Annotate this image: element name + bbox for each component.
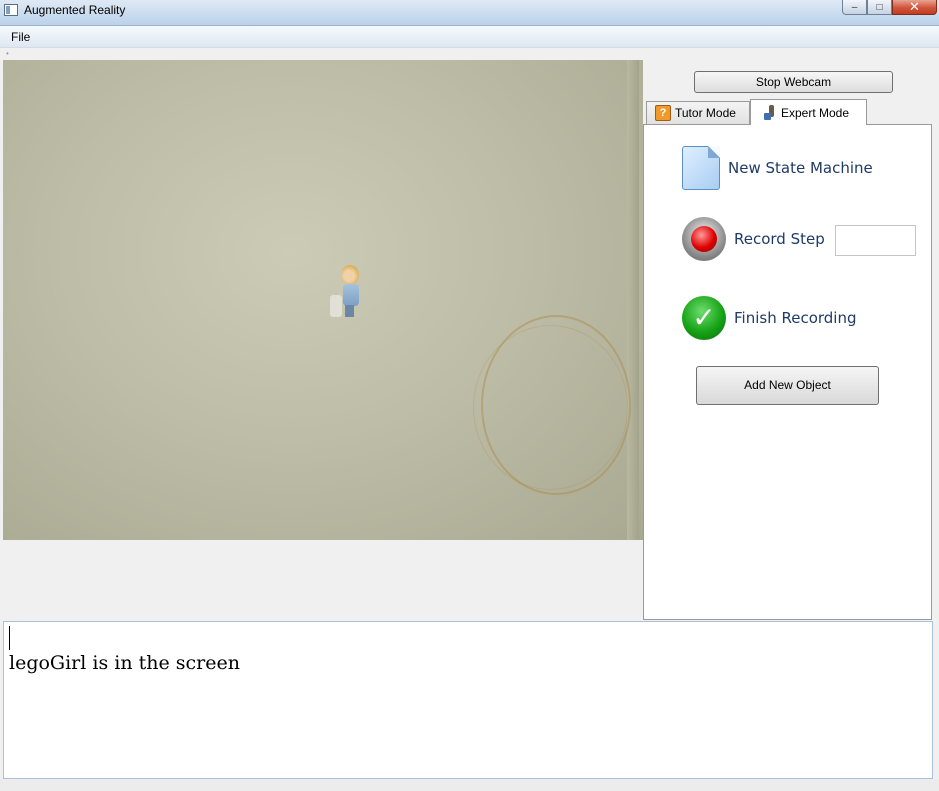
webcam-view [3,60,643,540]
finish-recording-button[interactable]: ✓ Finish Recording [682,296,857,340]
window-title: Augmented Reality [24,3,126,17]
new-document-icon [682,146,720,190]
console-message: legoGirl is in the screen [9,652,240,674]
figurine-legs [345,305,354,317]
tab-expert-mode[interactable]: Expert Mode [750,99,867,125]
minimize-button[interactable]: – [842,0,867,15]
figurine-head [341,265,359,285]
status-bar [0,779,939,791]
tab-tutor-label: Tutor Mode [675,106,736,120]
add-new-object-button[interactable]: Add New Object [696,366,879,405]
help-question-icon: ? [655,105,671,121]
record-step-button[interactable]: Record Step [682,217,825,261]
lego-figurine [328,265,368,321]
menu-bar: File [0,26,939,48]
cup-stain-ring [481,315,631,495]
record-step-input[interactable] [835,225,916,256]
record-icon [682,217,726,261]
text-caret [9,626,10,650]
console-output[interactable]: legoGirl is in the screen [3,621,933,779]
window-edge [933,621,939,779]
title-bar: Augmented Reality – □ ✕ [0,0,939,26]
toolbar-grip-icon: • [6,49,9,58]
menu-file[interactable]: File [11,30,30,44]
new-state-machine-button[interactable]: New State Machine [682,146,873,190]
finish-recording-label: Finish Recording [734,309,857,327]
expert-tool-icon [763,104,777,121]
figurine-body [343,284,359,306]
webcam-edge-shadow [627,60,639,540]
tab-expert-label: Expert Mode [781,105,850,120]
tab-tutor-mode[interactable]: ? Tutor Mode [646,101,750,124]
figurine-reflection [330,295,342,317]
record-step-label: Record Step [734,230,825,248]
app-window-icon [4,4,18,16]
maximize-button[interactable]: □ [867,0,892,15]
stop-webcam-button[interactable]: Stop Webcam [694,71,893,93]
checkmark-icon: ✓ [682,296,726,340]
toolbar-strip: • [0,48,939,59]
new-state-machine-label: New State Machine [728,159,873,177]
close-button[interactable]: ✕ [892,0,937,15]
